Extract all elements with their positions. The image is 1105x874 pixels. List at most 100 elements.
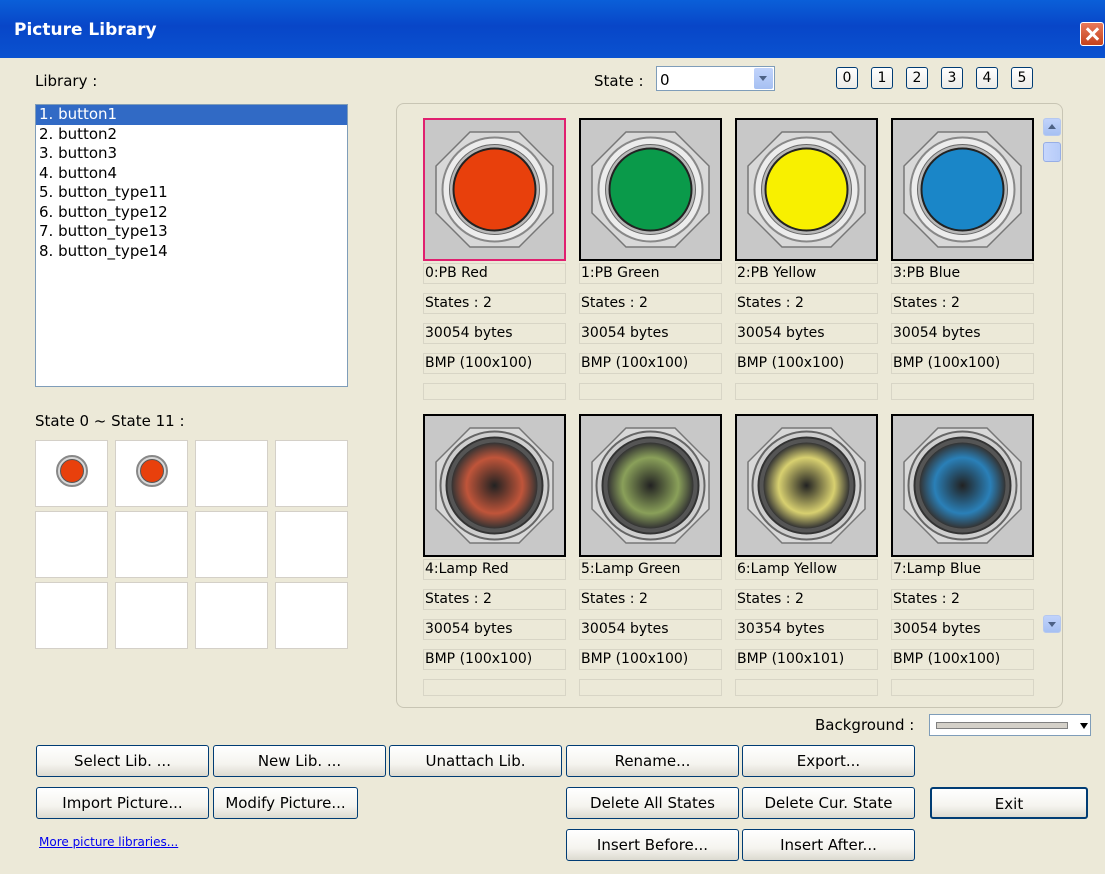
- select-lib-button[interactable]: Select Lib. ...: [36, 745, 209, 777]
- state-select-value: 0: [660, 71, 670, 89]
- scroll-down-icon[interactable]: [1043, 615, 1061, 633]
- picture-thumbnail[interactable]: [735, 118, 878, 261]
- state-quick-button[interactable]: 2: [906, 67, 928, 89]
- state-cell[interactable]: [115, 511, 188, 578]
- push-button-image: [591, 131, 710, 248]
- state-cell[interactable]: [195, 440, 268, 507]
- picture-name: 7:Lamp Blue: [891, 559, 1034, 580]
- state-cell[interactable]: [195, 582, 268, 649]
- background-select[interactable]: [929, 714, 1091, 736]
- insert-before-button[interactable]: Insert Before...: [566, 829, 739, 861]
- import-picture-button[interactable]: Import Picture...: [36, 787, 209, 819]
- picture-thumbnail[interactable]: [891, 118, 1034, 261]
- more-libraries-link[interactable]: More picture libraries...: [39, 835, 178, 849]
- state-quick-button[interactable]: 5: [1011, 67, 1033, 89]
- library-list-item[interactable]: 4. button4: [36, 164, 347, 184]
- picture-name: 0:PB Red: [423, 263, 566, 284]
- state-select[interactable]: 0: [656, 66, 775, 91]
- close-button[interactable]: [1080, 22, 1104, 46]
- picture-size: 30054 bytes: [735, 323, 878, 344]
- picture-states: States : 2: [735, 589, 878, 610]
- state-thumbnail: [56, 455, 88, 487]
- picture-format: BMP (100x100): [423, 649, 566, 670]
- delete-cur-state-button[interactable]: Delete Cur. State: [742, 787, 915, 819]
- picture-extra: [735, 383, 878, 400]
- scroll-thumb[interactable]: [1043, 142, 1061, 162]
- unattach-lib-button[interactable]: Unattach Lib.: [389, 745, 562, 777]
- library-label: Library :: [35, 72, 98, 90]
- modify-picture-button[interactable]: Modify Picture...: [213, 787, 358, 819]
- library-list-item[interactable]: 5. button_type11: [36, 183, 347, 203]
- picture-scrollbar[interactable]: [1043, 118, 1061, 638]
- state-cell[interactable]: [275, 440, 348, 507]
- library-list-item[interactable]: 2. button2: [36, 125, 347, 145]
- library-list-item[interactable]: 1. button1: [36, 105, 347, 125]
- state-cell[interactable]: [275, 511, 348, 578]
- picture-size: 30054 bytes: [891, 619, 1034, 640]
- state-quick-button[interactable]: 4: [976, 67, 998, 89]
- state-cell[interactable]: [195, 511, 268, 578]
- background-swatch: [936, 722, 1068, 729]
- picture-thumbnail[interactable]: [579, 118, 722, 261]
- library-list-item[interactable]: 3. button3: [36, 144, 347, 164]
- picture-thumbnail[interactable]: [891, 414, 1034, 557]
- picture-name: 1:PB Green: [579, 263, 722, 284]
- picture-extra: [891, 679, 1034, 696]
- state-quick-button[interactable]: 1: [871, 67, 893, 89]
- state-quick-button[interactable]: 3: [941, 67, 963, 89]
- title-bar: Picture Library: [0, 0, 1105, 58]
- new-lib-button[interactable]: New Lib. ...: [213, 745, 386, 777]
- picture-format: BMP (100x100): [579, 649, 722, 670]
- picture-size: 30054 bytes: [579, 323, 722, 344]
- dropdown-arrow-icon[interactable]: [1080, 723, 1088, 729]
- picture-name: 2:PB Yellow: [735, 263, 878, 284]
- delete-all-states-button[interactable]: Delete All States: [566, 787, 739, 819]
- picture-format: BMP (100x100): [735, 353, 878, 374]
- background-label: Background :: [815, 716, 915, 734]
- state-cell[interactable]: [35, 440, 108, 507]
- chevron-down-icon[interactable]: [754, 68, 773, 89]
- state-label: State :: [594, 72, 644, 90]
- picture-name: 4:Lamp Red: [423, 559, 566, 580]
- picture-extra: [423, 383, 566, 400]
- picture-states: States : 2: [735, 293, 878, 314]
- picture-format: BMP (100x100): [423, 353, 566, 374]
- state-cell[interactable]: [35, 511, 108, 578]
- state-cell[interactable]: [35, 582, 108, 649]
- library-list-item[interactable]: 6. button_type12: [36, 203, 347, 223]
- picture-thumbnail[interactable]: [423, 118, 566, 261]
- library-list[interactable]: 1. button1 2. button2 3. button3 4. button4…: [35, 104, 348, 387]
- picture-thumbnail[interactable]: [735, 414, 878, 557]
- picture-name: 5:Lamp Green: [579, 559, 722, 580]
- state-cell[interactable]: [115, 440, 188, 507]
- picture-extra: [423, 679, 566, 696]
- picture-name: 3:PB Blue: [891, 263, 1034, 284]
- picture-size: 30054 bytes: [423, 619, 566, 640]
- export-button[interactable]: Export...: [742, 745, 915, 777]
- scroll-up-icon[interactable]: [1043, 118, 1061, 136]
- lamp-image: [903, 427, 1022, 544]
- picture-format: BMP (100x100): [579, 353, 722, 374]
- insert-after-button[interactable]: Insert After...: [742, 829, 915, 861]
- picture-thumbnail[interactable]: [579, 414, 722, 557]
- picture-name: 6:Lamp Yellow: [735, 559, 878, 580]
- picture-extra: [579, 383, 722, 400]
- state-grid: [35, 440, 348, 651]
- state-quick-button[interactable]: 0: [836, 67, 858, 89]
- picture-extra: [579, 679, 722, 696]
- picture-states: States : 2: [891, 293, 1034, 314]
- state-cell[interactable]: [275, 582, 348, 649]
- library-list-item[interactable]: 7. button_type13: [36, 222, 347, 242]
- rename-button[interactable]: Rename...: [566, 745, 739, 777]
- library-list-item[interactable]: 8. button_type14: [36, 242, 347, 262]
- state-cell[interactable]: [115, 582, 188, 649]
- picture-thumbnail[interactable]: [423, 414, 566, 557]
- picture-format: BMP (100x100): [891, 353, 1034, 374]
- picture-size: 30054 bytes: [891, 323, 1034, 344]
- picture-states: States : 2: [891, 589, 1034, 610]
- picture-format: BMP (100x100): [891, 649, 1034, 670]
- picture-states: States : 2: [423, 589, 566, 610]
- push-button-image: [903, 131, 1022, 248]
- exit-button[interactable]: Exit: [930, 787, 1088, 819]
- picture-size: 30054 bytes: [423, 323, 566, 344]
